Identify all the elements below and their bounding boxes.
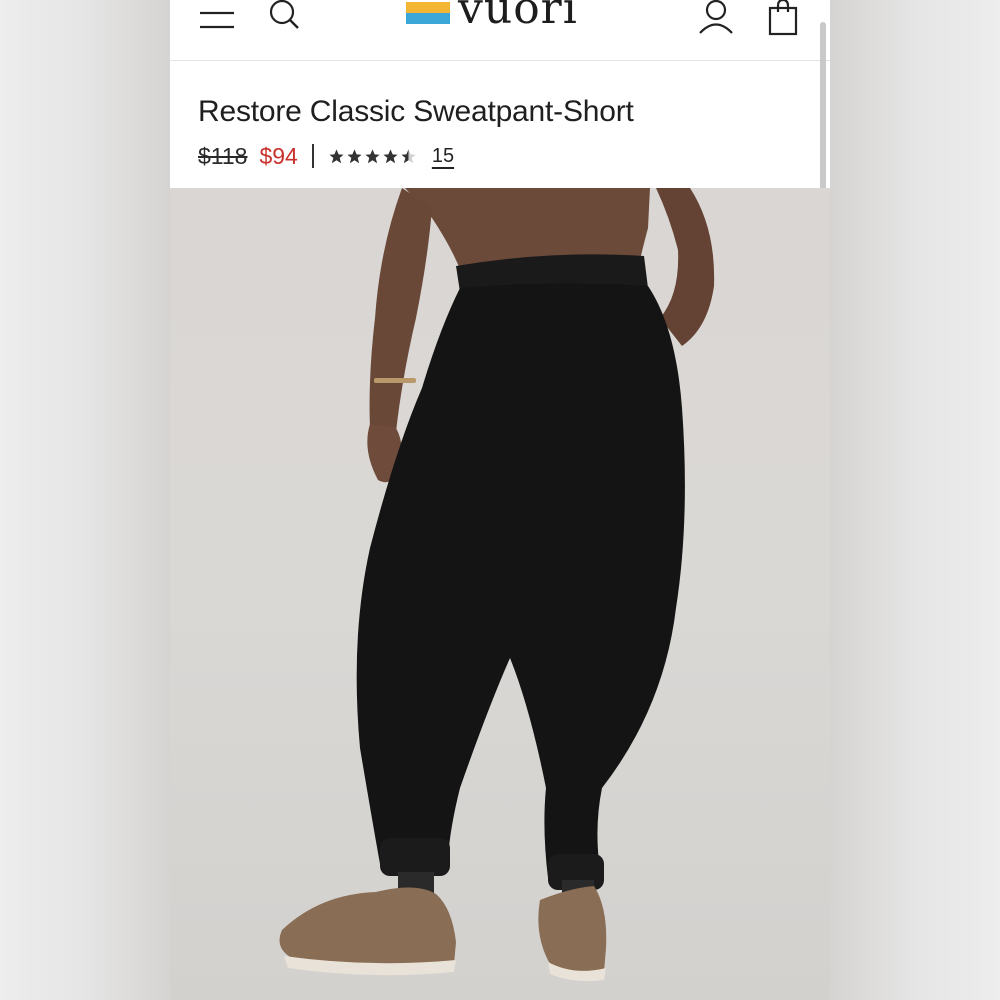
shopping-bag-icon[interactable] bbox=[768, 0, 798, 36]
star-icon bbox=[347, 148, 362, 163]
star-icon bbox=[365, 148, 380, 163]
review-count-link[interactable]: 15 bbox=[432, 145, 454, 168]
hamburger-menu-icon[interactable] bbox=[200, 10, 234, 30]
half-star-icon bbox=[401, 148, 416, 163]
star-icon bbox=[329, 148, 344, 163]
model-wearing-sweatpants-illustration bbox=[279, 188, 715, 982]
search-icon[interactable] bbox=[268, 0, 300, 32]
price-row: $118 $94 15 bbox=[198, 141, 454, 171]
original-price: $118 bbox=[198, 142, 248, 169]
user-account-icon[interactable] bbox=[698, 0, 734, 36]
product-page: vuori Restore Classic Sweatpant-Short $1… bbox=[170, 0, 830, 1000]
top-navigation-bar: vuori bbox=[170, 0, 830, 61]
scrollbar[interactable] bbox=[820, 22, 826, 206]
logo-mark-icon bbox=[406, 2, 450, 24]
logo-text: vuori bbox=[458, 0, 578, 34]
sale-price: $94 bbox=[259, 142, 298, 169]
brand-logo[interactable]: vuori bbox=[406, 0, 578, 32]
star-icon bbox=[383, 148, 398, 163]
price-divider bbox=[311, 144, 314, 168]
product-photo[interactable] bbox=[170, 188, 830, 1000]
product-title: Restore Classic Sweatpant-Short bbox=[198, 95, 634, 128]
star-rating[interactable] bbox=[328, 148, 418, 165]
